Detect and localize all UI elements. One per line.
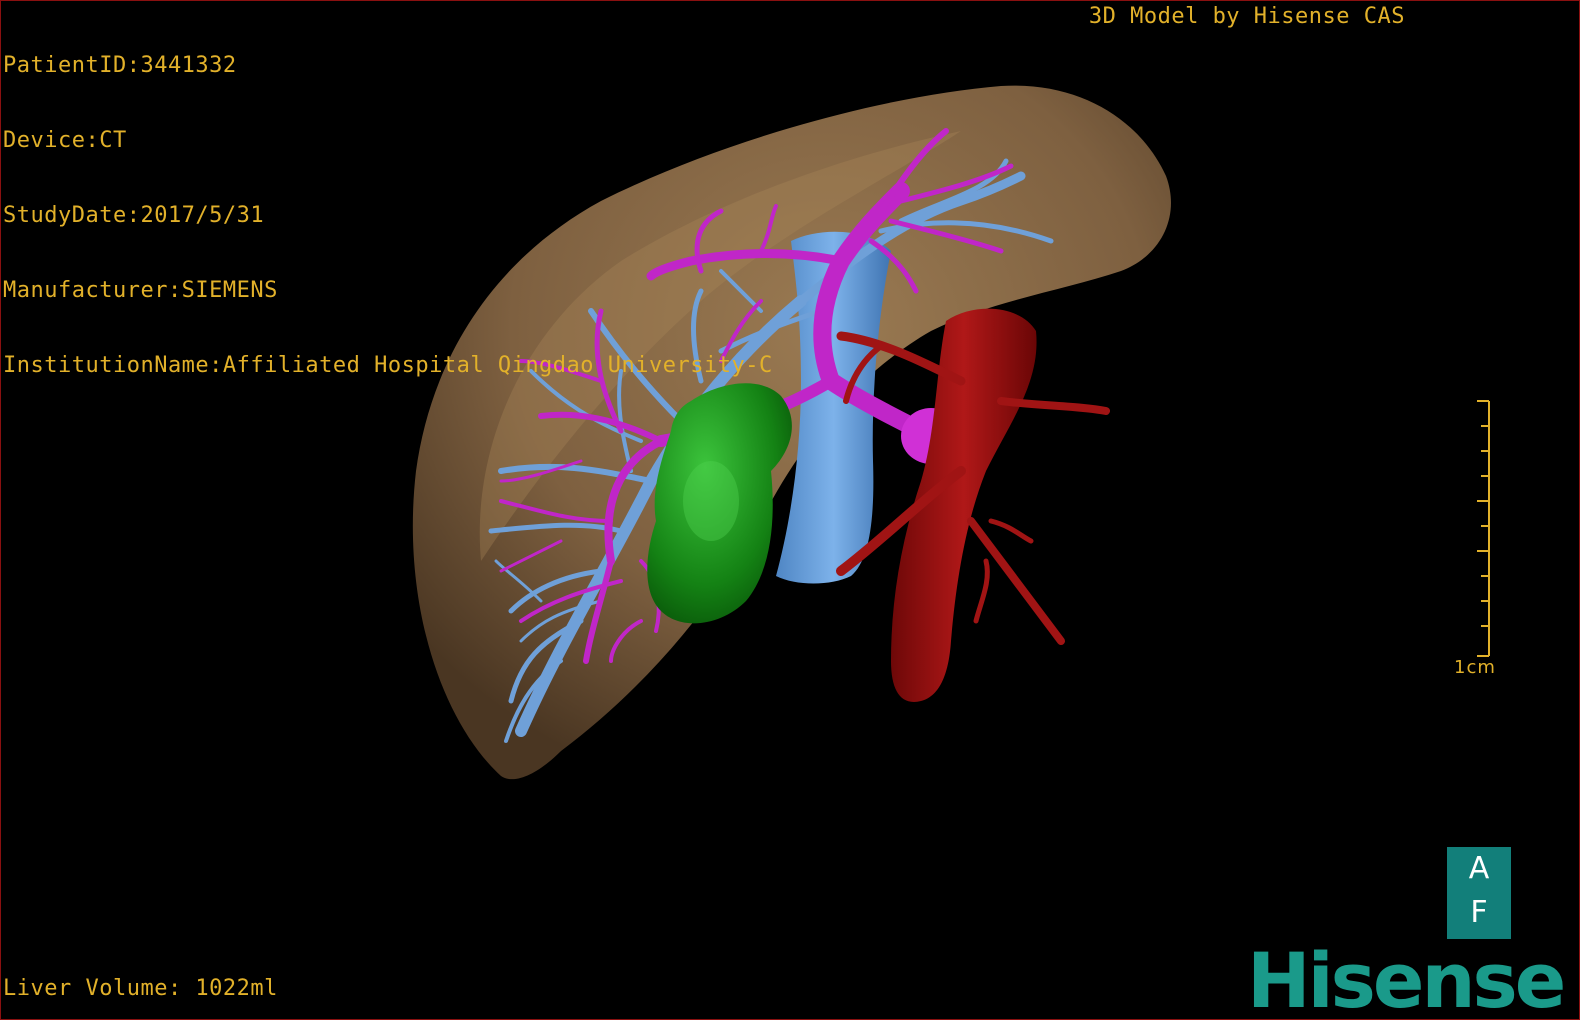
orientation-anterior[interactable]: A bbox=[1447, 847, 1511, 891]
study-date: StudyDate:2017/5/31 bbox=[3, 203, 265, 228]
manufacturer: Manufacturer:SIEMENS bbox=[3, 278, 278, 303]
liver-volume: Liver Volume: 1022ml bbox=[3, 976, 278, 1001]
patient-id: PatientID:3441332 bbox=[3, 53, 237, 78]
institution-name: InstitutionName:Affiliated Hospital Qing… bbox=[3, 353, 773, 378]
model-credit: 3D Model by Hisense CAS bbox=[1088, 4, 1405, 29]
tumor-highlight bbox=[683, 461, 739, 541]
orientation-cube[interactable]: A F bbox=[1447, 847, 1511, 939]
hisense-logo: Hisense bbox=[1247, 936, 1566, 1020]
3d-viewport[interactable]: PatientID:3441332 Device:CT StudyDate:20… bbox=[0, 0, 1580, 1020]
scale-bar-label: 1cm bbox=[1454, 657, 1496, 678]
scale-bar bbox=[1477, 400, 1490, 657]
device: Device:CT bbox=[3, 128, 127, 153]
orientation-foot[interactable]: F bbox=[1447, 891, 1511, 935]
study-metadata: PatientID:3441332 Device:CT StudyDate:20… bbox=[3, 3, 773, 428]
